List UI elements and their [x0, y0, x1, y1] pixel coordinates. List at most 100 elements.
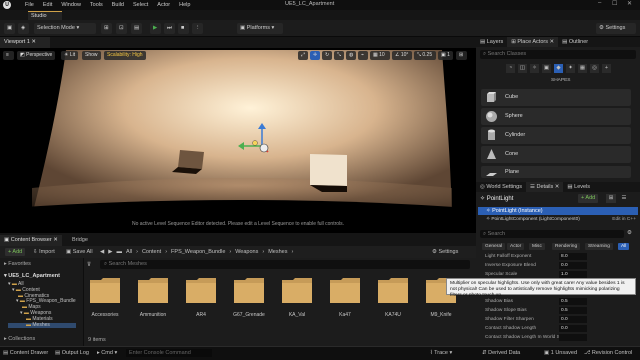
menu-file[interactable]: File — [25, 2, 34, 8]
small-cube[interactable] — [178, 150, 204, 169]
console-input[interactable]: Enter Console Command — [126, 349, 212, 357]
revision-control-button[interactable]: ⎇ Revision Control — [584, 350, 640, 356]
recent-icon[interactable]: ◔ — [506, 64, 515, 73]
level-viewport[interactable]: ≡ ◩ Perspective ☀ Lit Show Scalability: … — [0, 48, 476, 233]
details-menu-icon[interactable]: ☰ — [619, 194, 629, 203]
folder-tile-ar4[interactable] — [186, 277, 216, 303]
save-all-button[interactable]: ▣ Save All — [66, 248, 93, 256]
tree-item-fps-weapon-bundle[interactable]: ▾ ▬ FPS_Weapon_Bundle — [8, 298, 76, 305]
favorites-header[interactable]: ▸ Favorites — [4, 261, 31, 267]
edit-cpp-link[interactable]: Edit in C++ — [612, 217, 636, 222]
shape-item-cone[interactable]: Cone — [481, 146, 631, 163]
scalability-button[interactable]: Scalability: High — [104, 51, 146, 60]
menu-actor[interactable]: Actor — [157, 2, 170, 8]
shape-item-cube[interactable]: Cube — [481, 89, 631, 106]
project-header[interactable]: ▾ UE5_LC_Apartment — [4, 273, 60, 279]
tab-layers[interactable]: ▤ Layers — [476, 37, 507, 47]
unsaved-button[interactable]: ▣ 1 Unsaved — [544, 350, 577, 356]
property-value[interactable]: 0.5 — [559, 307, 587, 314]
world-space-icon[interactable]: ◍ — [346, 51, 356, 60]
select-tool-icon[interactable]: ⤢ — [298, 51, 308, 60]
add-button[interactable]: + Add — [5, 248, 26, 256]
stop-icon[interactable]: ■ — [178, 23, 189, 34]
folder-tile-ka47[interactable] — [330, 277, 360, 303]
property-value[interactable]: 0.0 — [559, 262, 587, 269]
property-matrix-icon[interactable]: ⚙ — [627, 230, 632, 236]
selection-mode-dropdown[interactable]: Selection Mode ▾ — [34, 23, 96, 34]
menu-help[interactable]: Help — [179, 2, 190, 8]
tab-place-actors[interactable]: ⊞ Place Actors ✕ — [507, 37, 559, 47]
menu-window[interactable]: Window — [61, 2, 81, 8]
property-value[interactable]: 0.0 — [559, 316, 587, 323]
all-classes-icon[interactable]: ◎ — [590, 64, 599, 73]
filter-actor[interactable]: Actor — [507, 243, 525, 250]
tab-outliner[interactable]: ▤ Outliner — [558, 37, 592, 47]
breadcrumb-weapons[interactable]: Weapons — [235, 248, 258, 256]
basic-icon[interactable]: ◫ — [518, 64, 527, 73]
menu-build[interactable]: Build — [112, 2, 124, 8]
content-browser-tab[interactable]: ▣ Content Browser ✕ — [0, 235, 62, 246]
property-value[interactable]: 1.0 — [559, 271, 587, 278]
visual-effects-icon[interactable]: ✦ — [566, 64, 575, 73]
shape-item-sphere[interactable]: Sphere — [481, 108, 631, 125]
menu-tools[interactable]: Tools — [90, 2, 103, 8]
import-button[interactable]: ⇩ Import — [33, 248, 55, 256]
close-button[interactable]: ✕ — [627, 0, 632, 7]
menu-select[interactable]: Select — [133, 2, 148, 8]
point-light-icon[interactable] — [259, 143, 269, 153]
content-settings-button[interactable]: ⚙ Settings — [432, 248, 458, 256]
large-cube[interactable] — [310, 154, 347, 186]
class-search-input[interactable]: ⌕ Search Classes — [480, 50, 636, 59]
folder-tile-ka-val[interactable] — [282, 277, 312, 303]
surface-snap-icon[interactable]: ⌁ — [358, 51, 368, 60]
blueprint-add-icon[interactable]: ⊞ — [606, 194, 616, 203]
translate-tool-icon[interactable]: ✛ — [310, 51, 320, 60]
scale-tool-icon[interactable]: ⤡ — [334, 51, 344, 60]
trace-button[interactable]: ⌇ Trace ▾ — [430, 350, 452, 356]
bridge-tab[interactable]: Bridge — [72, 235, 88, 246]
breadcrumb-all[interactable]: All — [126, 248, 132, 256]
grid-snap-button[interactable]: ▦ 10 — [370, 51, 390, 60]
filter-general[interactable]: General — [482, 243, 506, 250]
cinematics-icon[interactable]: ▤ — [131, 23, 142, 34]
viewport-menu-icon[interactable]: ≡ — [3, 51, 14, 60]
property-value[interactable]: 8.0 — [559, 253, 587, 260]
tab-details[interactable]: ☰ Details ✕ — [526, 182, 564, 192]
platforms-dropdown[interactable]: ▣ Platforms ▾ — [237, 23, 283, 34]
camera-speed-button[interactable]: ▣ 1 — [438, 51, 453, 60]
cinematic-icon[interactable]: ▣ — [542, 64, 551, 73]
settings-dropdown[interactable]: ⚙ Settings — [596, 23, 636, 34]
volumes-icon[interactable]: ▦ — [578, 64, 587, 73]
rotation-snap-button[interactable]: ∠ 10° — [392, 51, 412, 60]
play-icon[interactable]: ▶ — [150, 23, 161, 34]
component-instance-row[interactable]: ✧ PointLight (Instance) — [478, 207, 638, 215]
filter-streaming[interactable]: Streaming — [585, 243, 613, 250]
history-forward-icon[interactable]: ▶ — [108, 248, 112, 256]
folder-tile-ka74u[interactable] — [378, 277, 408, 303]
breadcrumb-fps-weapon-bundle[interactable]: FPS_Weapon_Bundle — [171, 248, 225, 256]
filter-misc[interactable]: Misc — [529, 243, 545, 250]
folder-tile-accessories[interactable] — [90, 277, 120, 303]
perspective-button[interactable]: ◩ Perspective — [17, 51, 56, 60]
filter-all[interactable]: All — [618, 243, 630, 250]
viewport-layout-icon[interactable]: ⊞ — [456, 51, 467, 60]
minimize-button[interactable]: – — [598, 0, 601, 6]
add-icon[interactable]: + — [602, 64, 611, 73]
search-input[interactable]: ⌕ Search Meshes — [100, 260, 470, 269]
details-add-button[interactable]: + Add — [578, 194, 599, 203]
tab-world-settings[interactable]: ◎ World Settings — [476, 182, 526, 192]
shapes-icon[interactable]: ◆ — [554, 64, 563, 73]
blueprint-icon[interactable]: ⊡ — [116, 23, 127, 34]
unreal-logo-icon[interactable]: U — [3, 1, 11, 9]
scale-snap-button[interactable]: ⤡ 0.25 — [414, 51, 436, 60]
level-tab[interactable]: Studio — [28, 11, 62, 20]
output-log-button[interactable]: ▤ Output Log — [55, 350, 89, 356]
property-value[interactable] — [559, 334, 587, 341]
shape-item-plane[interactable]: Plane — [481, 166, 631, 178]
collections-header[interactable]: ▸ Collections — [4, 336, 35, 342]
lights-icon[interactable]: ✧ — [530, 64, 539, 73]
folder-tile-g67-grenade[interactable] — [234, 277, 264, 303]
menu-edit[interactable]: Edit — [43, 2, 52, 8]
more-options-icon[interactable]: ⋮ — [192, 23, 203, 34]
breadcrumb-meshes[interactable]: Meshes — [268, 248, 287, 256]
